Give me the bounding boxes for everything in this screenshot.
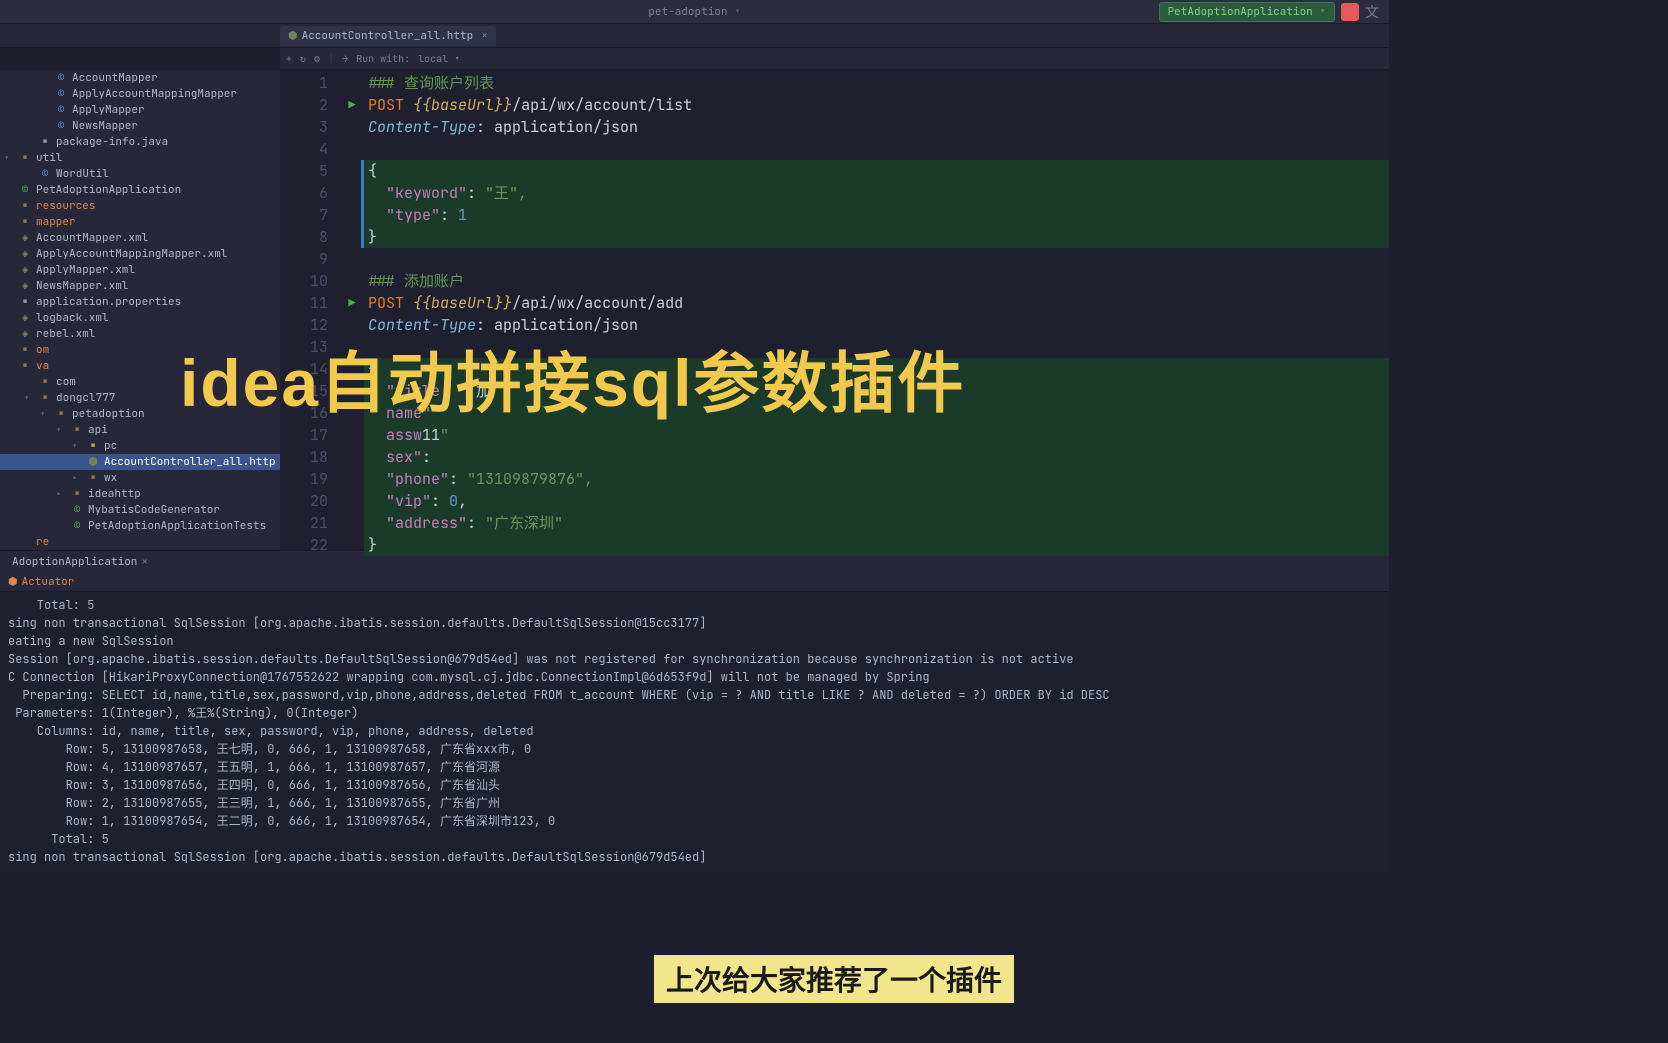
tree-item[interactable]: ▪application.properties bbox=[0, 294, 280, 310]
tree-item[interactable]: ©MybatisCodeGenerator bbox=[0, 502, 280, 518]
tree-item[interactable]: re bbox=[0, 534, 280, 550]
tree-icon: ▪ bbox=[38, 391, 52, 405]
run-gutter[interactable]: ▶▶ bbox=[340, 70, 364, 550]
tree-icon: © bbox=[70, 503, 84, 517]
language-icon[interactable]: 文 bbox=[1365, 2, 1379, 22]
close-icon[interactable]: × bbox=[141, 555, 148, 569]
tree-icon: ▪ bbox=[86, 471, 100, 485]
tree-item[interactable]: ◈AccountMapper.xml bbox=[0, 230, 280, 246]
project-name[interactable]: pet-adoption ▾ bbox=[648, 5, 740, 19]
line-gutter: 12345678910111213141516171819202122 bbox=[280, 70, 340, 550]
editor-tabs: ⬢ AccountController_all.http × bbox=[0, 24, 1389, 48]
titlebar: pet-adoption ▾ PetAdoptionApplication ▾ … bbox=[0, 0, 1389, 24]
tree-icon: ▪ bbox=[18, 343, 32, 357]
tool-icon[interactable]: ⚙ bbox=[314, 52, 320, 65]
http-file-icon: ⬢ bbox=[288, 29, 298, 43]
tree-icon: © bbox=[18, 183, 32, 197]
tree-item[interactable]: ◈ApplyAccountMappingMapper.xml bbox=[0, 246, 280, 262]
tree-icon: ◈ bbox=[18, 327, 32, 341]
tree-icon: ▪ bbox=[38, 135, 52, 149]
tree-icon: ▪ bbox=[18, 199, 32, 213]
tree-item[interactable]: ▸▪ideahttp bbox=[0, 486, 280, 502]
tree-item[interactable]: ©PetAdoptionApplication bbox=[0, 182, 280, 198]
tree-icon: © bbox=[54, 87, 68, 101]
console-output[interactable]: Total: 5 sing non transactional SqlSessi… bbox=[0, 592, 1389, 872]
stop-button[interactable] bbox=[1341, 3, 1359, 21]
actuator-icon: ⬢ bbox=[8, 575, 18, 589]
tree-icon: ▪ bbox=[18, 151, 32, 165]
run-with-label: Run with: bbox=[356, 52, 410, 65]
tree-item[interactable]: ©ApplyMapper bbox=[0, 102, 280, 118]
tree-icon: ▪ bbox=[86, 439, 100, 453]
tree-item[interactable]: ©NewsMapper bbox=[0, 118, 280, 134]
tree-icon: ◈ bbox=[18, 247, 32, 261]
project-tree[interactable]: ©AccountMapper©ApplyAccountMappingMapper… bbox=[0, 70, 280, 550]
tree-item[interactable]: ▸▪wx bbox=[0, 470, 280, 486]
run-request-icon[interactable]: ▶ bbox=[348, 94, 355, 116]
tree-item[interactable]: ▾▪pc bbox=[0, 438, 280, 454]
tree-icon: ◈ bbox=[18, 231, 32, 245]
tree-icon: ▪ bbox=[38, 375, 52, 389]
run-request-icon[interactable]: ▶ bbox=[348, 292, 355, 314]
close-tab-icon[interactable]: × bbox=[481, 29, 488, 43]
tree-icon: ▪ bbox=[18, 359, 32, 373]
tree-item[interactable]: ◈logback.xml bbox=[0, 310, 280, 326]
run-config-selector[interactable]: PetAdoptionApplication ▾ bbox=[1159, 2, 1335, 22]
file-tab-active[interactable]: ⬢ AccountController_all.http × bbox=[280, 26, 496, 46]
tree-icon: ▪ bbox=[18, 295, 32, 309]
code-area[interactable]: ### 查询账户列表POST {{baseUrl}}/api/wx/accoun… bbox=[364, 70, 1389, 550]
tree-icon: © bbox=[54, 71, 68, 85]
code-editor[interactable]: 12345678910111213141516171819202122 ▶▶ #… bbox=[280, 70, 1389, 550]
tree-item[interactable]: ©PetAdoptionApplicationTests bbox=[0, 518, 280, 534]
video-title-overlay: idea自动拼接sql参数插件 bbox=[180, 330, 965, 426]
http-toolbar: + ↻ ⚙ | → Run with: local ▾ bbox=[280, 48, 1389, 70]
tree-icon: ◈ bbox=[18, 311, 32, 325]
tree-item[interactable]: ©WordUtil bbox=[0, 166, 280, 182]
run-tab[interactable]: AdoptionApplication × bbox=[4, 553, 156, 571]
go-icon[interactable]: → bbox=[342, 52, 348, 65]
tree-item[interactable]: ◈ApplyMapper.xml bbox=[0, 262, 280, 278]
tree-item[interactable]: ▪package-info.java bbox=[0, 134, 280, 150]
tree-item[interactable]: ▪resources bbox=[0, 198, 280, 214]
tree-icon: © bbox=[54, 119, 68, 133]
video-subtitle-overlay: 上次给大家推荐了一个插件 bbox=[654, 955, 1014, 1003]
tree-item[interactable]: ©AccountMapper bbox=[0, 70, 280, 86]
tree-item[interactable]: ⬢AccountController_all.http bbox=[0, 454, 280, 470]
tree-icon: © bbox=[38, 167, 52, 181]
tree-icon: © bbox=[70, 519, 84, 533]
tree-item[interactable]: ▾▪util bbox=[0, 150, 280, 166]
tree-icon: ▪ bbox=[70, 423, 84, 437]
tree-icon: ▪ bbox=[70, 487, 84, 501]
env-selector[interactable]: local ▾ bbox=[418, 52, 460, 65]
tree-item[interactable]: ©ApplyAccountMappingMapper bbox=[0, 86, 280, 102]
tree-icon: ▪ bbox=[54, 407, 68, 421]
tree-icon: ◈ bbox=[18, 279, 32, 293]
tree-icon: © bbox=[54, 103, 68, 117]
sync-icon[interactable]: ↻ bbox=[300, 52, 306, 65]
tree-item[interactable]: ◈NewsMapper.xml bbox=[0, 278, 280, 294]
actuator-row[interactable]: ⬢ Actuator bbox=[0, 572, 1389, 592]
tree-icon: ⬢ bbox=[86, 455, 100, 469]
tree-icon: ▪ bbox=[18, 215, 32, 229]
tree-item[interactable]: ▪mapper bbox=[0, 214, 280, 230]
add-icon[interactable]: + bbox=[286, 52, 292, 65]
tree-icon: ◈ bbox=[18, 263, 32, 277]
